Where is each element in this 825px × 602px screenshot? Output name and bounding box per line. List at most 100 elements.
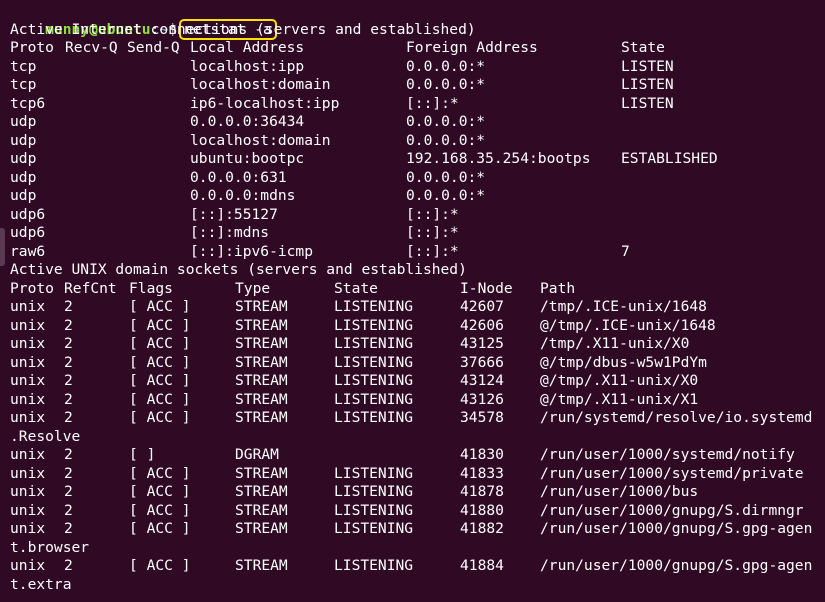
proto-cell: unix bbox=[10, 502, 45, 521]
column-header-state: State bbox=[621, 39, 665, 58]
refcnt-cell: 2 bbox=[64, 409, 73, 428]
state-cell: 7 bbox=[621, 243, 630, 262]
foreign-address-cell: 0.0.0.0:* bbox=[406, 132, 485, 151]
state-cell: LISTEN bbox=[621, 95, 674, 114]
proto-cell: udp bbox=[10, 150, 36, 169]
proto-cell: udp6 bbox=[10, 206, 45, 225]
flags-cell: [ ACC ] bbox=[129, 335, 191, 354]
column-header-sendq: Send-Q bbox=[127, 39, 180, 58]
proto-cell: unix bbox=[10, 335, 45, 354]
flags-cell: [ ACC ] bbox=[129, 465, 191, 484]
inode-cell: 41833 bbox=[460, 465, 504, 484]
type-cell: STREAM bbox=[235, 502, 288, 521]
path-cell: @/tmp/.X11-unix/X1 bbox=[540, 391, 698, 410]
scrollbar-handle[interactable] bbox=[0, 228, 5, 266]
state-cell: LISTENING bbox=[334, 502, 413, 521]
state-cell: ESTABLISHED bbox=[621, 150, 718, 169]
column-header-foreign-address: Foreign Address bbox=[406, 39, 538, 58]
type-cell: STREAM bbox=[235, 520, 288, 539]
local-address-cell: 0.0.0.0:36434 bbox=[190, 113, 304, 132]
state-cell: LISTENING bbox=[334, 317, 413, 336]
type-cell: STREAM bbox=[235, 391, 288, 410]
path-cell: @/tmp/.ICE-unix/1648 bbox=[540, 317, 716, 336]
local-address-cell: localhost:ipp bbox=[190, 58, 304, 77]
foreign-address-cell: 192.168.35.254:bootps bbox=[406, 150, 591, 169]
inode-cell: 37666 bbox=[460, 354, 504, 373]
foreign-address-cell: 0.0.0.0:* bbox=[406, 113, 485, 132]
flags-cell: [ ACC ] bbox=[129, 483, 191, 502]
column-header-refcnt: RefCnt bbox=[64, 280, 117, 299]
proto-cell: unix bbox=[10, 446, 45, 465]
foreign-address-cell: [::]:* bbox=[406, 95, 459, 114]
path-cell: /run/user/1000/gnupg/S.gpg-agen bbox=[540, 557, 812, 576]
inode-cell: 43126 bbox=[460, 391, 504, 410]
foreign-address-cell: 0.0.0.0:* bbox=[406, 187, 485, 206]
state-cell: LISTENING bbox=[334, 335, 413, 354]
refcnt-cell: 2 bbox=[64, 354, 73, 373]
local-address-cell: localhost:domain bbox=[190, 132, 331, 151]
local-address-cell: 0.0.0.0:mdns bbox=[190, 187, 295, 206]
path-cell: /run/user/1000/gnupg/S.gpg-agen bbox=[540, 520, 812, 539]
refcnt-cell: 2 bbox=[64, 335, 73, 354]
flags-cell: [ ] bbox=[129, 446, 155, 465]
proto-cell: unix bbox=[10, 557, 45, 576]
local-address-cell: localhost:domain bbox=[190, 76, 331, 95]
column-header-local-address: Local Address bbox=[190, 39, 304, 58]
refcnt-cell: 2 bbox=[64, 465, 73, 484]
proto-cell: unix bbox=[10, 317, 45, 336]
path-cell: @/tmp/dbus-w5w1PdYm bbox=[540, 354, 707, 373]
flags-cell: [ ACC ] bbox=[129, 520, 191, 539]
type-cell: STREAM bbox=[235, 335, 288, 354]
state-cell: LISTENING bbox=[334, 354, 413, 373]
proto-cell: udp bbox=[10, 169, 36, 188]
refcnt-cell: 2 bbox=[64, 502, 73, 521]
refcnt-cell: 2 bbox=[64, 298, 73, 317]
state-cell: LISTENING bbox=[334, 372, 413, 391]
flags-cell: [ ACC ] bbox=[129, 557, 191, 576]
proto-cell: unix bbox=[10, 372, 45, 391]
path-cell: /tmp/.X11-unix/X0 bbox=[540, 335, 689, 354]
path-continuation: t.extra bbox=[10, 576, 72, 595]
type-cell: STREAM bbox=[235, 557, 288, 576]
foreign-address-cell: [::]:* bbox=[406, 206, 459, 225]
proto-cell: unix bbox=[10, 520, 45, 539]
type-cell: STREAM bbox=[235, 298, 288, 317]
refcnt-cell: 2 bbox=[64, 391, 73, 410]
proto-cell: tcp bbox=[10, 58, 36, 77]
state-cell: LISTEN bbox=[621, 76, 674, 95]
proto-cell: unix bbox=[10, 298, 45, 317]
path-continuation: .Resolve bbox=[10, 428, 80, 447]
type-cell: STREAM bbox=[235, 354, 288, 373]
type-cell: STREAM bbox=[235, 409, 288, 428]
path-cell: /run/systemd/resolve/io.systemd bbox=[540, 409, 812, 428]
path-cell: /run/user/1000/systemd/private bbox=[540, 465, 804, 484]
section-heading: Active UNIX domain sockets (servers and … bbox=[10, 261, 467, 280]
terminal-window[interactable]: munny@ubuntu:~$netstat -a Active Interne… bbox=[0, 0, 825, 602]
flags-cell: [ ACC ] bbox=[129, 298, 191, 317]
state-cell: LISTENING bbox=[334, 557, 413, 576]
inode-cell: 41884 bbox=[460, 557, 504, 576]
proto-cell: unix bbox=[10, 391, 45, 410]
foreign-address-cell: 0.0.0.0:* bbox=[406, 58, 485, 77]
proto-cell: unix bbox=[10, 354, 45, 373]
column-header-inode: I-Node bbox=[460, 280, 513, 299]
state-cell: LISTENING bbox=[334, 298, 413, 317]
column-header-path: Path bbox=[540, 280, 575, 299]
inode-cell: 41830 bbox=[460, 446, 504, 465]
column-header-type: Type bbox=[235, 280, 270, 299]
inode-cell: 34578 bbox=[460, 409, 504, 428]
type-cell: STREAM bbox=[235, 317, 288, 336]
state-cell: LISTENING bbox=[334, 520, 413, 539]
inode-cell: 42607 bbox=[460, 298, 504, 317]
proto-cell: unix bbox=[10, 465, 45, 484]
state-cell: LISTENING bbox=[334, 465, 413, 484]
column-header-proto: Proto bbox=[10, 39, 54, 58]
section-heading: Active Internet connections (servers and… bbox=[10, 21, 476, 40]
refcnt-cell: 2 bbox=[64, 446, 73, 465]
inode-cell: 43124 bbox=[460, 372, 504, 391]
column-header-state: State bbox=[334, 280, 378, 299]
state-cell: LISTENING bbox=[334, 483, 413, 502]
proto-cell: unix bbox=[10, 483, 45, 502]
proto-cell: udp bbox=[10, 132, 36, 151]
local-address-cell: ip6-localhost:ipp bbox=[190, 95, 339, 114]
